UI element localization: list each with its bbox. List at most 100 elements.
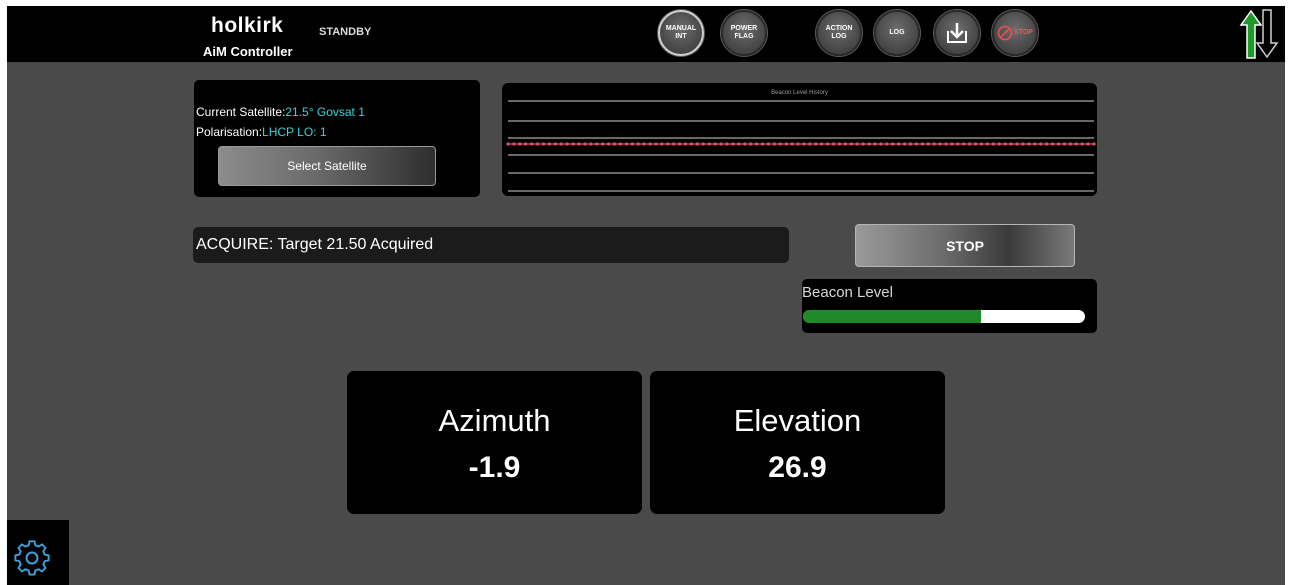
chart-point (1080, 142, 1084, 146)
chart-point (968, 142, 972, 146)
chart-point (618, 142, 623, 146)
chart-point (749, 142, 753, 146)
stop-button[interactable]: STOP (855, 224, 1075, 267)
chart-point (985, 142, 990, 146)
chart-point (1021, 142, 1025, 146)
chart-point (648, 142, 652, 146)
chart-point (1015, 142, 1019, 146)
chart-point (1068, 142, 1072, 146)
beacon-level-fill (803, 310, 981, 323)
chart-point (530, 142, 534, 146)
up-down-arrows-icon[interactable] (1239, 8, 1279, 60)
current-satellite-line: Current Satellite:21.5° Govsat 1 (196, 105, 365, 119)
chart-point (518, 142, 522, 146)
azimuth-label: Azimuth (438, 403, 551, 438)
chart-point (524, 142, 528, 146)
top-bar: holkirk AiM Controller STANDBY MANUAL IN… (7, 6, 1285, 62)
chart-point (772, 142, 776, 146)
download-button[interactable] (934, 10, 980, 56)
power-flag-button[interactable]: POWER FLAG (721, 10, 767, 56)
chart-point (683, 142, 688, 146)
action-log-label: ACTION LOG (825, 25, 853, 40)
chart-point (760, 142, 765, 146)
app-window: holkirk AiM Controller STANDBY MANUAL IN… (7, 6, 1285, 585)
chart-point (914, 142, 919, 146)
chart-point (784, 142, 788, 146)
chart-point (506, 142, 510, 146)
chart-point (814, 142, 818, 146)
chart-point (512, 142, 516, 146)
current-satellite-label: Current Satellite: (196, 105, 286, 119)
chart-point (920, 142, 924, 146)
manual-int-button[interactable]: MANUAL INT (658, 10, 704, 56)
chart-point (902, 142, 907, 146)
chart-point (707, 142, 711, 146)
chart-point (926, 142, 930, 146)
chart-point (595, 142, 599, 146)
chart-point (950, 142, 954, 146)
chart-title: Beacon Level History (771, 90, 828, 96)
select-satellite-button[interactable]: Select Satellite (218, 146, 436, 186)
polarisation-value: LHCP LO: 1 (262, 125, 327, 139)
header-stop-label: STOP (1014, 29, 1033, 36)
chart-point (796, 142, 800, 146)
status-message: ACQUIRE: Target 21.50 Acquired (193, 227, 789, 263)
beacon-level-label: Beacon Level (802, 284, 893, 301)
chart-point (1074, 142, 1078, 146)
chart-point (974, 142, 978, 146)
satellite-panel: Current Satellite:21.5° Govsat 1 Polaris… (194, 80, 480, 197)
chart-point (660, 142, 664, 146)
chart-point (725, 142, 729, 146)
polarisation-line: Polarisation:LHCP LO: 1 (196, 125, 327, 139)
chart-point (861, 142, 865, 146)
chart-point (790, 142, 794, 146)
chart-point (849, 142, 853, 146)
chart-point (1056, 142, 1061, 146)
chart-point (956, 142, 960, 146)
chart-point (601, 142, 605, 146)
chart-point (535, 142, 540, 146)
chart-point (855, 142, 859, 146)
chart-point (1045, 142, 1049, 146)
chart-point (755, 142, 759, 146)
chart-point (885, 142, 889, 146)
chart-point (766, 142, 771, 146)
settings-button[interactable] (7, 520, 69, 585)
manual-int-label: MANUAL INT (665, 25, 697, 40)
chart-point (636, 142, 640, 146)
mode-status: STANDBY (319, 26, 372, 38)
chart-point (1086, 142, 1090, 146)
chart-point (678, 142, 682, 146)
logo-brand: holkirk (211, 14, 284, 37)
chart-point (873, 142, 877, 146)
chart-point (962, 142, 966, 146)
chart-point (938, 142, 942, 146)
beacon-level-panel: Beacon Level (802, 279, 1097, 333)
chart-point (979, 142, 984, 146)
chart-point (583, 142, 587, 146)
chart-point (802, 142, 806, 146)
chart-point (778, 142, 782, 146)
action-log-button[interactable]: ACTION LOG (816, 10, 862, 56)
chart-point (944, 142, 948, 146)
chart-point (666, 142, 670, 146)
chart-point (837, 142, 842, 146)
chart-point (891, 142, 895, 146)
log-button[interactable]: LOG (874, 10, 920, 56)
chart-point (879, 142, 883, 146)
chart-point (553, 142, 557, 146)
chart-point (843, 142, 847, 146)
beacon-history-svg: Beacon Level History (506, 90, 1096, 192)
chart-point (630, 142, 634, 146)
prohibit-icon (997, 25, 1013, 41)
chart-point (1050, 142, 1055, 146)
chart-point (642, 142, 646, 146)
chart-point (1033, 142, 1037, 146)
header-stop-button[interactable]: STOP (992, 10, 1038, 56)
azimuth-panel: Azimuth -1.9 (347, 371, 642, 514)
chart-point (624, 142, 628, 146)
chart-point (932, 142, 936, 146)
power-flag-label: POWER FLAG (730, 25, 758, 40)
chart-point (541, 142, 546, 146)
chart-point (589, 142, 593, 146)
